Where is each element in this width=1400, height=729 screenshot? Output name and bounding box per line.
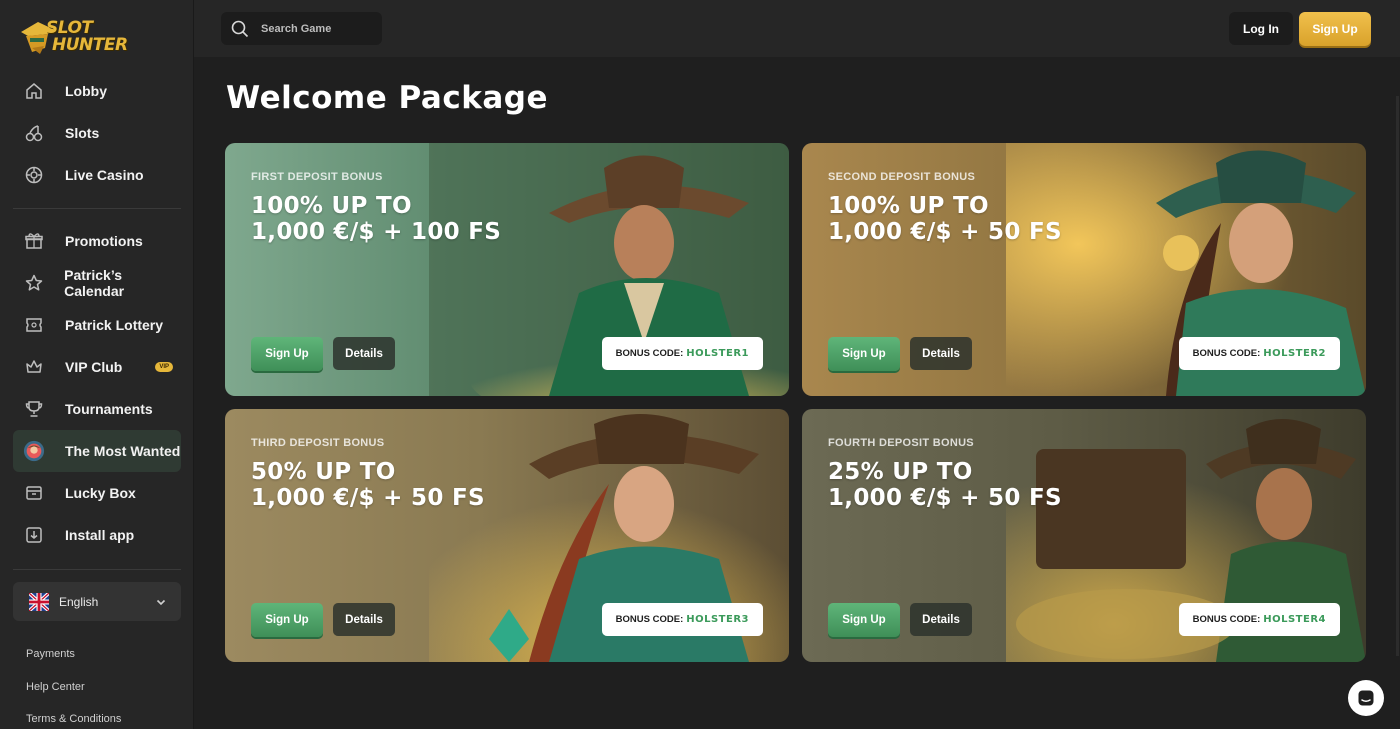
signup-button[interactable]: Sign Up bbox=[828, 337, 900, 371]
home-icon bbox=[23, 80, 45, 102]
details-button[interactable]: Details bbox=[910, 603, 972, 636]
sidebar-nav-secondary: Promotions Patrick’s Calendar Patrick Lo… bbox=[13, 220, 181, 556]
bonus-code-value: HOLSTER1 bbox=[686, 348, 749, 359]
sidebar-item-patricks-calendar[interactable]: Patrick’s Calendar bbox=[13, 262, 181, 304]
bonus-code-chip[interactable]: BONUS CODE: HOLSTER4 bbox=[1178, 603, 1340, 636]
wanted-avatar-icon bbox=[23, 440, 45, 462]
bonus-kicker: SECOND DEPOSIT BONUS bbox=[828, 171, 976, 183]
sidebar-divider bbox=[13, 569, 181, 570]
brand-wordmark: SLOT HUNTER bbox=[46, 18, 128, 55]
bonus-code-chip[interactable]: BONUS CODE: HOLSTER3 bbox=[601, 603, 763, 636]
bonus-code-value: HOLSTER2 bbox=[1263, 348, 1326, 359]
bonus-headline: 25% UP TO 1,000 €/$ + 50 FS bbox=[828, 459, 1062, 511]
language-label: English bbox=[59, 594, 99, 609]
search-box[interactable] bbox=[221, 12, 382, 45]
footer-link-payments[interactable]: Payments bbox=[26, 648, 75, 660]
bonus-code-value: HOLSTER3 bbox=[686, 614, 749, 625]
header-signup-button[interactable]: Sign Up bbox=[1299, 12, 1371, 46]
sidebar-item-lucky-box[interactable]: Lucky Box bbox=[13, 472, 181, 514]
download-icon bbox=[23, 524, 45, 546]
scrollbar[interactable] bbox=[1396, 96, 1399, 656]
vip-badge: VIP bbox=[155, 362, 173, 372]
signup-button[interactable]: Sign Up bbox=[251, 337, 323, 371]
slot-hunter-logo[interactable]: SLOT HUNTER bbox=[18, 16, 128, 60]
bonus-headline: 100% UP TO 1,000 €/$ + 100 FS bbox=[251, 193, 502, 245]
sidebar-item-lobby[interactable]: Lobby bbox=[13, 70, 181, 112]
footer-link-help-center[interactable]: Help Center bbox=[26, 681, 85, 693]
sidebar-item-promotions[interactable]: Promotions bbox=[13, 220, 181, 262]
search-icon bbox=[231, 20, 249, 37]
sidebar-divider bbox=[13, 208, 181, 209]
sidebar-item-install-app[interactable]: Install app bbox=[13, 514, 181, 556]
bonus-headline: 50% UP TO 1,000 €/$ + 50 FS bbox=[251, 459, 485, 511]
bonus-kicker: FIRST DEPOSIT BONUS bbox=[251, 171, 383, 183]
footer-link-terms[interactable]: Terms & Conditions bbox=[26, 713, 121, 725]
sidebar-item-patrick-lottery[interactable]: Patrick Lottery bbox=[13, 304, 181, 346]
sidebar-item-vip-club[interactable]: VIP Club VIP bbox=[13, 346, 181, 388]
sidebar-item-live-casino[interactable]: Live Casino bbox=[13, 154, 181, 196]
cherries-icon bbox=[23, 122, 45, 144]
sidebar-nav-main: Lobby Slots Live Casino bbox=[13, 70, 181, 196]
bonus-headline: 100% UP TO 1,000 €/$ + 50 FS bbox=[828, 193, 1062, 245]
uk-flag-icon bbox=[29, 592, 49, 611]
chat-icon bbox=[1358, 690, 1374, 706]
language-selector[interactable]: English bbox=[13, 582, 181, 621]
box-icon bbox=[23, 482, 45, 504]
sidebar-item-tournaments[interactable]: Tournaments bbox=[13, 388, 181, 430]
bonus-code-value: HOLSTER4 bbox=[1263, 614, 1326, 625]
sidebar: SLOT HUNTER Lobby Slots Live Casino Prom… bbox=[0, 0, 194, 729]
star-icon bbox=[23, 272, 44, 294]
details-button[interactable]: Details bbox=[333, 337, 395, 370]
bonus-code-chip[interactable]: BONUS CODE: HOLSTER1 bbox=[601, 337, 763, 370]
sidebar-item-slots[interactable]: Slots bbox=[13, 112, 181, 154]
sidebar-item-the-most-wanted[interactable]: The Most Wanted bbox=[13, 430, 181, 472]
page-title: Welcome Package bbox=[226, 80, 548, 116]
bonus-kicker: THIRD DEPOSIT BONUS bbox=[251, 437, 385, 449]
bonus-card-fourth: FOURTH DEPOSIT BONUS 25% UP TO 1,000 €/$… bbox=[802, 409, 1366, 662]
signup-button[interactable]: Sign Up bbox=[828, 603, 900, 637]
signup-button[interactable]: Sign Up bbox=[251, 603, 323, 637]
bonus-card-first: FIRST DEPOSIT BONUS 100% UP TO 1,000 €/$… bbox=[225, 143, 789, 396]
bonus-card-second: SECOND DEPOSIT BONUS 100% UP TO 1,000 €/… bbox=[802, 143, 1366, 396]
chat-launcher-button[interactable] bbox=[1348, 680, 1384, 716]
bonus-card-third: THIRD DEPOSIT BONUS 50% UP TO 1,000 €/$ … bbox=[225, 409, 789, 662]
details-button[interactable]: Details bbox=[910, 337, 972, 370]
login-button[interactable]: Log In bbox=[1229, 12, 1293, 45]
gift-icon bbox=[23, 230, 45, 252]
details-button[interactable]: Details bbox=[333, 603, 395, 636]
search-input[interactable] bbox=[259, 21, 373, 36]
trophy-icon bbox=[23, 398, 45, 420]
crown-icon bbox=[23, 356, 45, 378]
chip-icon bbox=[23, 164, 45, 186]
ticket-icon bbox=[23, 314, 45, 336]
bonus-code-chip[interactable]: BONUS CODE: HOLSTER2 bbox=[1178, 337, 1340, 370]
bonus-kicker: FOURTH DEPOSIT BONUS bbox=[828, 437, 974, 449]
chevron-down-icon bbox=[156, 599, 166, 605]
top-header: Log In Sign Up bbox=[194, 0, 1400, 57]
